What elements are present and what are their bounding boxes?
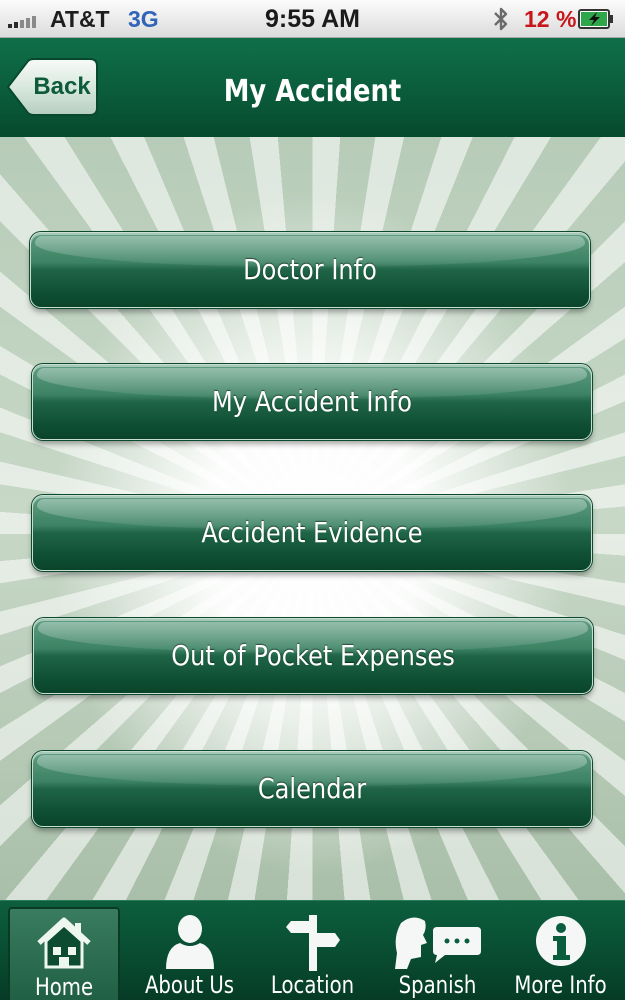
battery-charging-icon (578, 9, 613, 29)
accident-evidence-button[interactable]: Accident Evidence (32, 495, 592, 571)
my-accident-info-button[interactable]: My Accident Info (32, 364, 592, 440)
tab-more-info-label: More Info (514, 971, 607, 999)
tab-home[interactable]: Home (8, 907, 120, 1000)
navigation-bar: Back My Accident (0, 38, 625, 138)
status-bar: AT&T 3G 9:55 AM 12 % (0, 0, 625, 38)
bluetooth-icon (494, 7, 508, 31)
tab-about-us[interactable]: About Us (127, 901, 252, 1000)
tab-more-info[interactable]: More Info (498, 901, 623, 1000)
info-icon (535, 916, 586, 966)
page-title: My Accident (223, 74, 402, 109)
tab-bar: Home About Us Location Spanish More Info (0, 900, 625, 1000)
person-icon (165, 915, 214, 969)
screen: AT&T 3G 9:55 AM 12 % Back My Accident Do… (0, 0, 625, 1000)
tab-location[interactable]: Location (250, 901, 375, 1000)
doctor-info-label: Doctor Info (243, 253, 377, 286)
tab-about-us-label: About Us (144, 971, 235, 999)
out-of-pocket-expenses-label: Out of Pocket Expenses (171, 639, 455, 672)
accident-evidence-label: Accident Evidence (201, 516, 423, 549)
calendar-button[interactable]: Calendar (32, 751, 592, 827)
signpost-icon (285, 915, 340, 971)
tab-spanish[interactable]: Spanish (375, 901, 500, 1000)
battery-percent: 12 % (524, 6, 577, 32)
home-icon (37, 917, 91, 969)
speech-icon (394, 917, 481, 969)
tab-location-label: Location (270, 971, 355, 999)
calendar-label: Calendar (257, 772, 367, 805)
doctor-info-button[interactable]: Doctor Info (30, 232, 590, 308)
tab-home-label: Home (34, 973, 94, 1000)
out-of-pocket-expenses-button[interactable]: Out of Pocket Expenses (33, 618, 593, 694)
my-accident-info-label: My Accident Info (212, 385, 412, 418)
content-area: Doctor Info My Accident Info Accident Ev… (0, 137, 625, 900)
tab-spanish-label: Spanish (398, 971, 477, 999)
